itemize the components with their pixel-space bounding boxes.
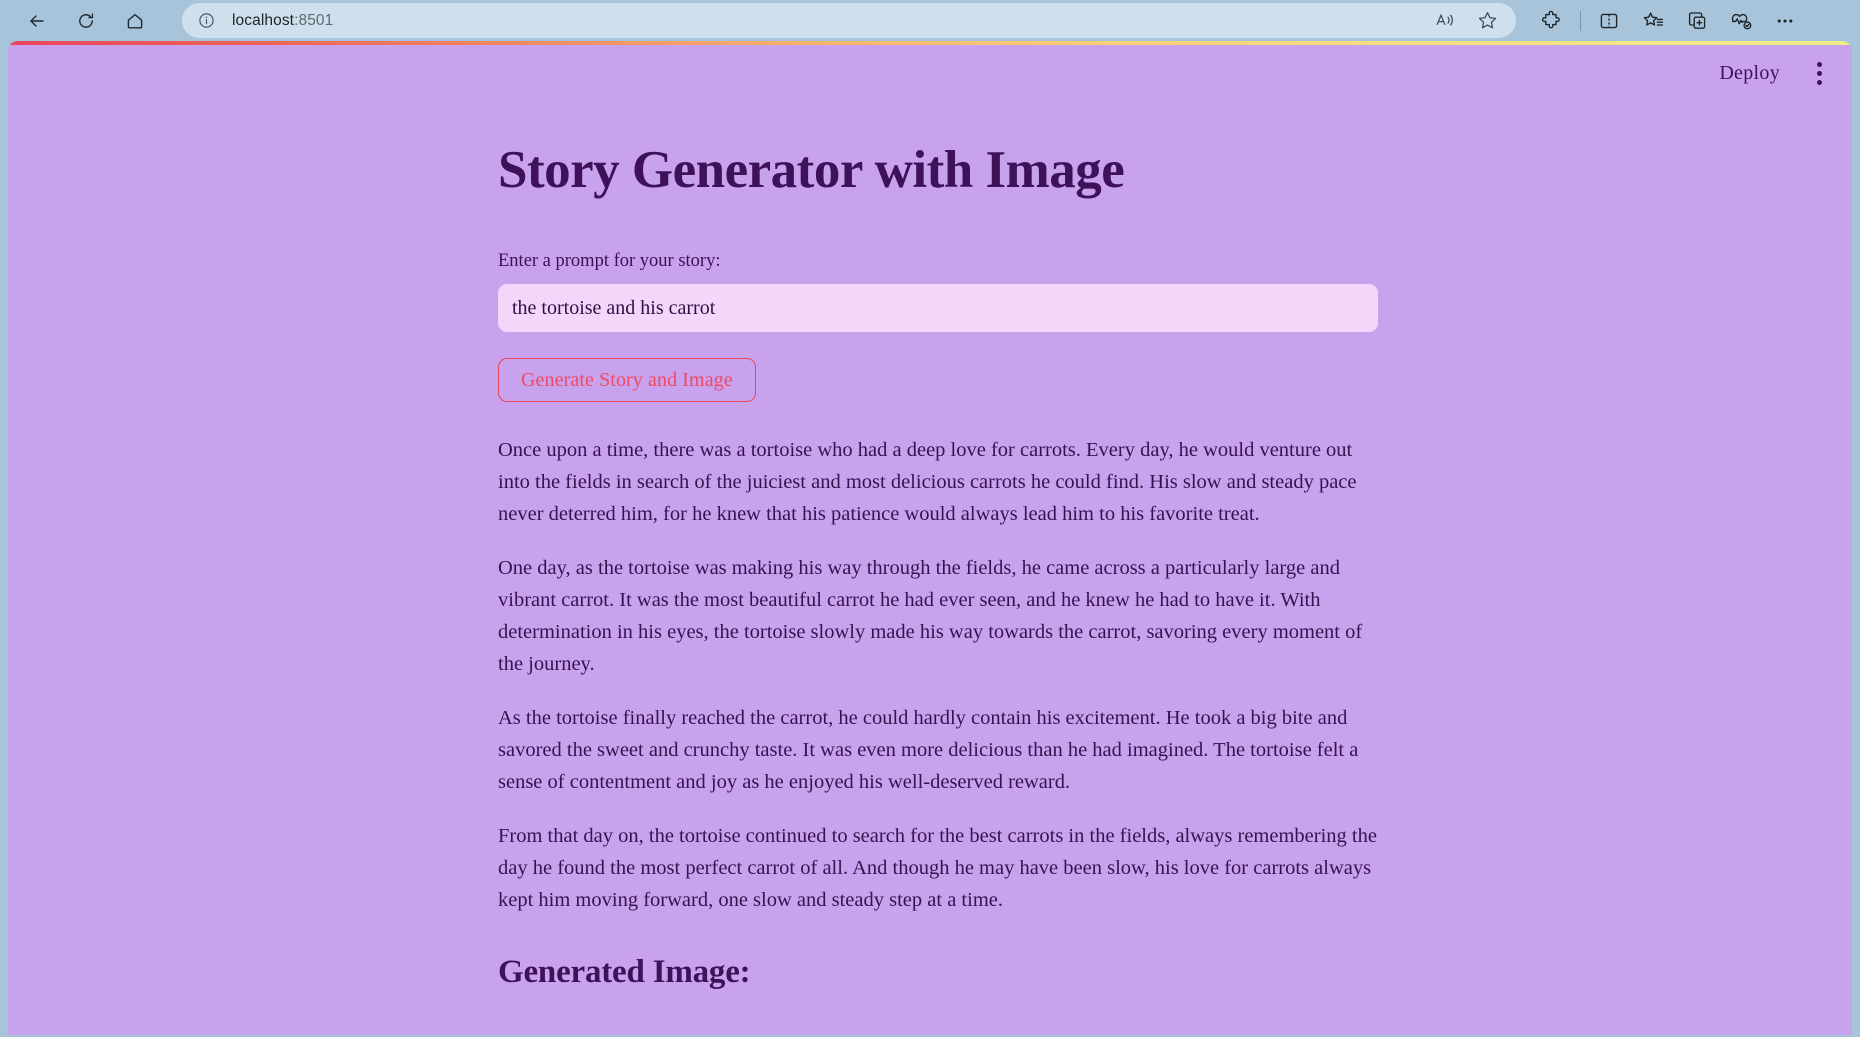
address-bar[interactable]: localhost:8501 bbox=[182, 3, 1516, 38]
url-host: localhost bbox=[232, 11, 295, 29]
story-paragraph: One day, as the tortoise was making his … bbox=[498, 557, 1363, 676]
home-icon bbox=[125, 11, 145, 31]
url-port: :8501 bbox=[294, 11, 334, 29]
puzzle-extensions-icon[interactable] bbox=[1530, 2, 1574, 40]
back-button[interactable] bbox=[18, 2, 56, 40]
page-title: Story Generator with Image bbox=[498, 141, 1125, 199]
reload-button[interactable] bbox=[67, 2, 105, 40]
site-info-icon[interactable] bbox=[196, 11, 216, 31]
browser-essentials-icon[interactable] bbox=[1719, 2, 1763, 40]
reload-icon bbox=[76, 11, 96, 31]
browser-toolbar: localhost:8501 bbox=[0, 0, 1860, 41]
story-paragraph: From that day on, the tortoise continued… bbox=[498, 825, 1377, 912]
generate-story-and-image-button[interactable]: Generate Story and Image bbox=[498, 358, 756, 403]
url-text: localhost:8501 bbox=[232, 12, 333, 30]
address-bar-actions bbox=[1420, 6, 1516, 36]
story-paragraph: As the tortoise finally reached the carr… bbox=[498, 707, 1359, 794]
story-output: Once upon a time, there was a tortoise w… bbox=[498, 434, 1378, 916]
read-aloud-icon[interactable] bbox=[1428, 6, 1462, 36]
browser-toolbar-right bbox=[1530, 0, 1807, 41]
back-arrow-icon bbox=[27, 11, 47, 31]
browser-window: localhost:8501 Deploy Story Generator wi… bbox=[0, 0, 1860, 1037]
prompt-input[interactable] bbox=[498, 284, 1378, 333]
collections-icon[interactable] bbox=[1675, 2, 1719, 40]
streamlit-page: Deploy Story Generator with Image Enter … bbox=[8, 41, 1852, 1035]
star-icon[interactable] bbox=[1470, 6, 1504, 36]
streamlit-main-content: Story Generator with Image Enter a promp… bbox=[8, 41, 1852, 991]
home-button[interactable] bbox=[116, 2, 154, 40]
prompt-label: Enter a prompt for your story: bbox=[498, 251, 721, 272]
favorites-star-list-icon[interactable] bbox=[1631, 2, 1675, 40]
toolbar-divider bbox=[1580, 10, 1581, 31]
story-paragraph: Once upon a time, there was a tortoise w… bbox=[498, 439, 1357, 526]
generated-image-heading: Generated Image: bbox=[498, 954, 751, 991]
content-block: Story Generator with Image Enter a promp… bbox=[498, 141, 1378, 991]
ellipsis-settings-icon[interactable] bbox=[1763, 2, 1807, 40]
split-screen-icon[interactable] bbox=[1587, 2, 1631, 40]
